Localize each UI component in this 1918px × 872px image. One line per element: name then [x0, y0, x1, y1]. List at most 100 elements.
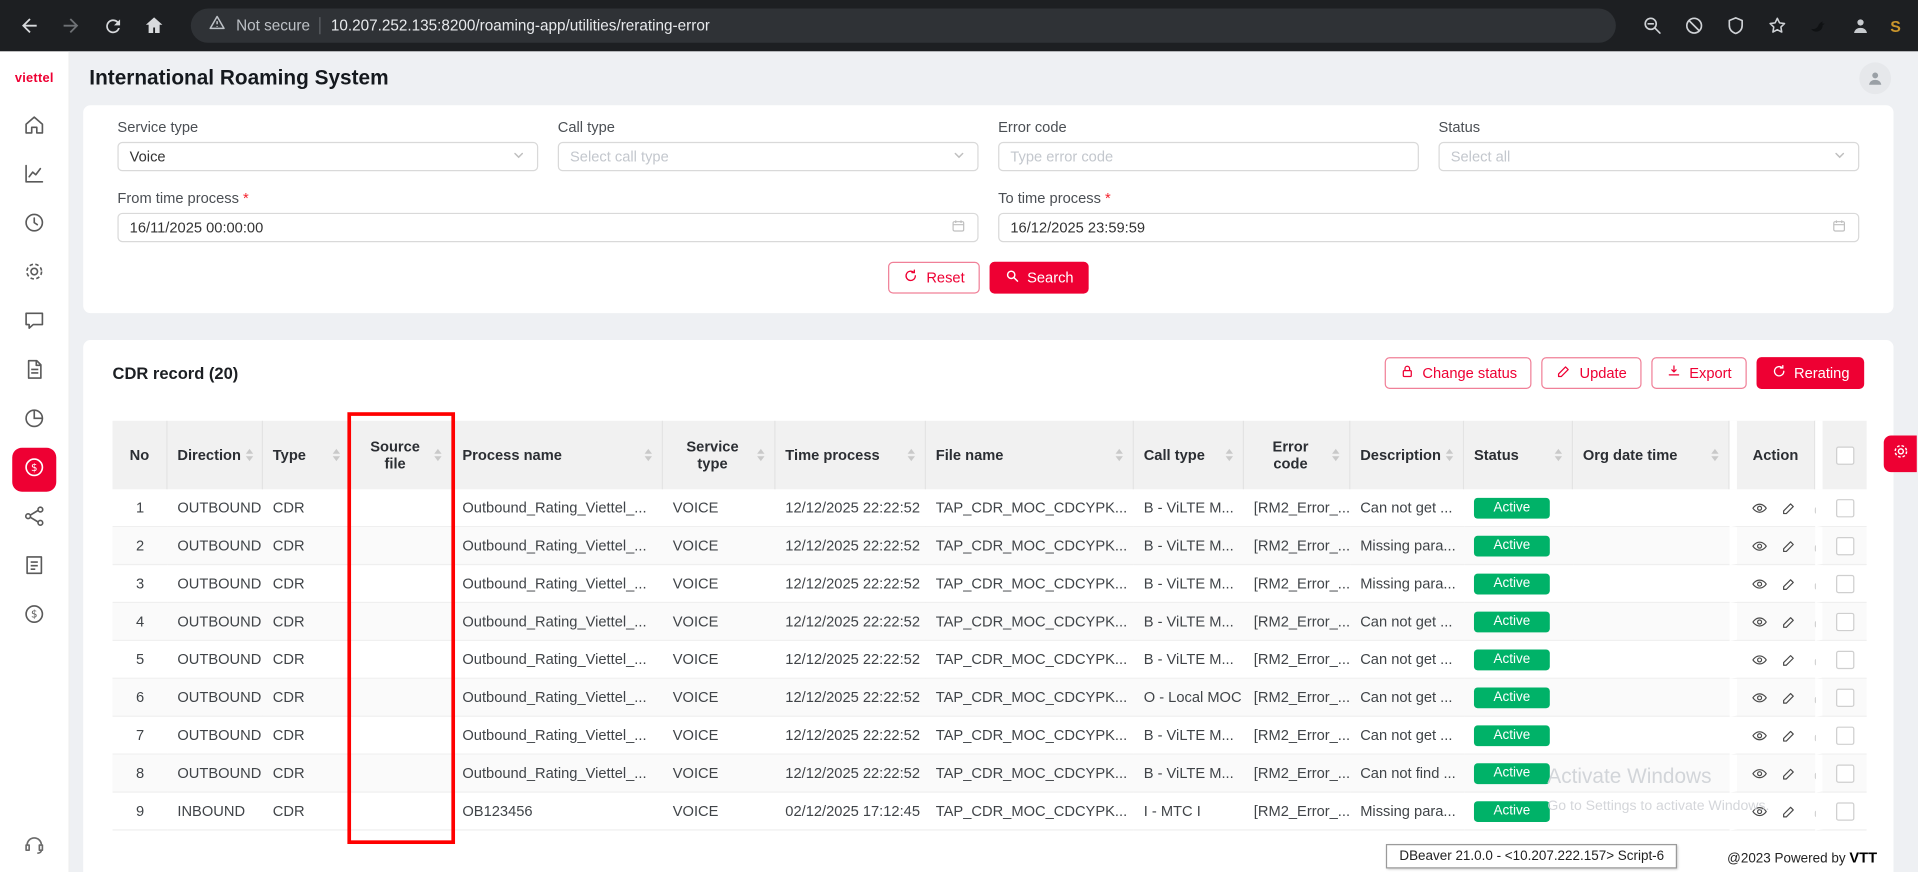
lock-icon[interactable] [1811, 500, 1815, 516]
row-checkbox[interactable] [1835, 537, 1853, 555]
call-type-select[interactable]: Select call type [558, 142, 979, 171]
view-icon[interactable] [1752, 500, 1768, 516]
table-row[interactable]: 1 OUTBOUND CDR Outbound_Rating_Viettel_.… [113, 489, 1867, 527]
table-row[interactable]: 4 OUTBOUND CDR Outbound_Rating_Viettel_.… [113, 603, 1867, 641]
lock-icon[interactable] [1811, 804, 1815, 820]
s-extension-icon[interactable]: S [1885, 17, 1905, 35]
settings-fab[interactable] [1884, 435, 1917, 472]
sort-icon[interactable] [1555, 449, 1562, 461]
edit-icon[interactable] [1781, 690, 1797, 706]
search-button[interactable]: Search [989, 262, 1088, 294]
sidebar-item-home[interactable] [12, 105, 56, 149]
column-header-time_process[interactable]: Time process [776, 421, 926, 489]
view-icon[interactable] [1752, 690, 1768, 706]
lock-icon[interactable] [1811, 766, 1815, 782]
change-status-button[interactable]: Change status [1385, 357, 1532, 389]
column-header-process_name[interactable]: Process name [453, 421, 663, 489]
row-checkbox[interactable] [1835, 574, 1853, 592]
row-checkbox[interactable] [1835, 726, 1853, 744]
row-checkbox[interactable] [1835, 688, 1853, 706]
table-row[interactable]: 3 OUTBOUND CDR Outbound_Rating_Viettel_.… [113, 565, 1867, 603]
sort-icon[interactable] [908, 449, 915, 461]
sort-icon[interactable] [333, 449, 340, 461]
sidebar-item-finance[interactable]: $ [12, 594, 56, 638]
user-avatar[interactable] [1859, 62, 1891, 94]
home-icon[interactable] [137, 9, 171, 43]
row-checkbox[interactable] [1835, 764, 1853, 782]
refresh-icon[interactable] [95, 9, 129, 43]
lock-icon[interactable] [1811, 614, 1815, 630]
view-icon[interactable] [1752, 576, 1768, 592]
column-header-file_name[interactable]: File name [926, 421, 1134, 489]
back-icon[interactable] [12, 9, 46, 43]
view-icon[interactable] [1752, 614, 1768, 630]
sort-icon[interactable] [1711, 449, 1718, 461]
table-row[interactable]: 2 OUTBOUND CDR Outbound_Rating_Viettel_.… [113, 527, 1867, 565]
sidebar-item-network[interactable] [12, 497, 56, 541]
sidebar-item-billing-active[interactable]: $ [12, 448, 56, 492]
table-row[interactable]: 9 INBOUND CDR OB123456 VOICE 02/12/2025 … [113, 793, 1867, 831]
view-icon[interactable] [1752, 804, 1768, 820]
row-checkbox[interactable] [1835, 650, 1853, 668]
row-checkbox[interactable] [1835, 499, 1853, 517]
sort-icon[interactable] [434, 449, 441, 461]
profile-icon[interactable] [1844, 9, 1878, 43]
status-select[interactable]: Select all [1438, 142, 1859, 171]
error-code-input[interactable]: Type error code [998, 142, 1419, 171]
sidebar-item-history[interactable] [12, 203, 56, 247]
row-checkbox[interactable] [1835, 612, 1853, 630]
row-checkbox[interactable] [1835, 802, 1853, 820]
lock-icon[interactable] [1811, 538, 1815, 554]
sort-icon[interactable] [645, 449, 652, 461]
service-type-select[interactable]: Voice [117, 142, 538, 171]
column-header-description[interactable]: Description [1350, 421, 1464, 489]
support-button[interactable] [22, 832, 46, 863]
update-button[interactable]: Update [1542, 357, 1642, 389]
sort-icon[interactable] [1116, 449, 1123, 461]
edit-icon[interactable] [1781, 804, 1797, 820]
view-icon[interactable] [1752, 538, 1768, 554]
lock-icon[interactable] [1811, 728, 1815, 744]
lock-icon[interactable] [1811, 690, 1815, 706]
view-icon[interactable] [1752, 652, 1768, 668]
export-button[interactable]: Export [1651, 357, 1746, 389]
view-icon[interactable] [1752, 766, 1768, 782]
sort-icon[interactable] [246, 449, 253, 461]
view-icon[interactable] [1752, 728, 1768, 744]
ad-blocker-icon[interactable] [1677, 9, 1711, 43]
sidebar-item-messages[interactable] [12, 301, 56, 345]
sidebar-item-statistics[interactable] [12, 154, 56, 198]
sidebar-item-documents[interactable] [12, 350, 56, 394]
edit-icon[interactable] [1781, 652, 1797, 668]
select-all-checkbox[interactable] [1835, 446, 1853, 464]
edit-icon[interactable] [1781, 614, 1797, 630]
zoom-out-icon[interactable] [1636, 9, 1670, 43]
edit-icon[interactable] [1781, 728, 1797, 744]
table-row[interactable]: 8 OUTBOUND CDR Outbound_Rating_Viettel_.… [113, 755, 1867, 793]
sidebar-item-reports[interactable] [12, 399, 56, 443]
rerating-button[interactable]: Rerating [1756, 357, 1864, 389]
column-header-type[interactable]: Type [263, 421, 351, 489]
sort-icon[interactable] [1446, 449, 1453, 461]
table-row[interactable]: 5 OUTBOUND CDR Outbound_Rating_Viettel_.… [113, 641, 1867, 679]
column-header-status[interactable]: Status [1464, 421, 1573, 489]
forward-icon[interactable] [54, 9, 88, 43]
reset-button[interactable]: Reset [888, 262, 979, 294]
column-header-call_type[interactable]: Call type [1134, 421, 1244, 489]
shield-icon[interactable] [1719, 9, 1753, 43]
edit-icon[interactable] [1781, 500, 1797, 516]
sidebar-item-forms[interactable] [12, 546, 56, 590]
sort-icon[interactable] [1332, 449, 1339, 461]
lock-icon[interactable] [1811, 576, 1815, 592]
edit-icon[interactable] [1781, 766, 1797, 782]
edit-icon[interactable] [1781, 576, 1797, 592]
column-header-error_code[interactable]: Error code [1244, 421, 1350, 489]
favorites-star-icon[interactable] [1761, 9, 1795, 43]
to-time-input[interactable]: 16/12/2025 23:59:59 [998, 213, 1859, 242]
edit-icon[interactable] [1781, 538, 1797, 554]
column-header-org_date_time[interactable]: Org date time [1573, 421, 1730, 489]
table-row[interactable]: 6 OUTBOUND CDR Outbound_Rating_Viettel_.… [113, 679, 1867, 717]
address-bar[interactable]: Not secure 10.207.252.135:8200/roaming-a… [191, 9, 1616, 43]
lock-icon[interactable] [1811, 652, 1815, 668]
column-header-source_file[interactable]: Source file [351, 421, 453, 489]
